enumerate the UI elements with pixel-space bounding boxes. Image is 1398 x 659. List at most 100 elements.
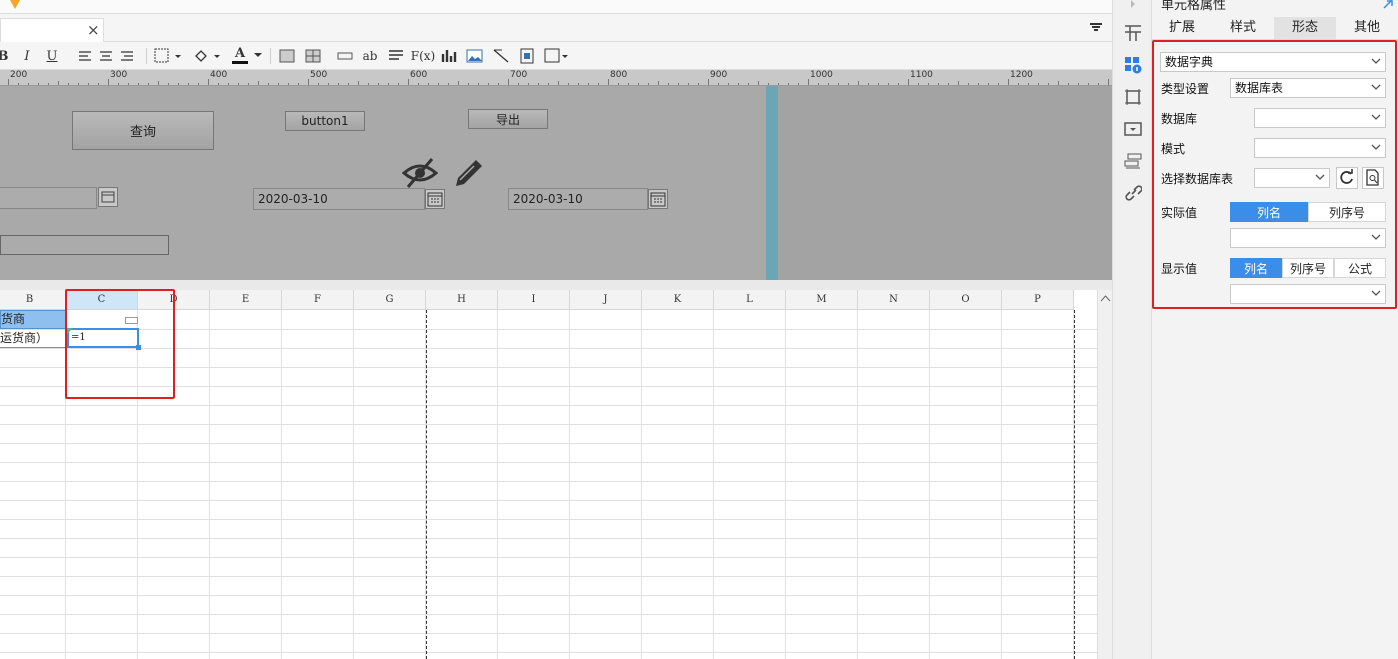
column-header[interactable]: L bbox=[714, 290, 786, 310]
tab-style[interactable]: 样式 bbox=[1212, 17, 1274, 39]
tab-expand[interactable]: 扩展 bbox=[1152, 17, 1212, 39]
tab-form[interactable]: 形态 bbox=[1274, 17, 1336, 39]
ruler-tick bbox=[1098, 83, 1099, 85]
fill-color-icon[interactable] bbox=[193, 48, 223, 64]
row-line bbox=[0, 405, 1097, 406]
ruler-tick bbox=[1038, 83, 1039, 85]
text-cell-button[interactable]: ab bbox=[361, 46, 379, 66]
column-header[interactable]: J bbox=[570, 290, 642, 310]
ruler-label: 700 bbox=[510, 70, 528, 80]
close-tab-icon[interactable]: × bbox=[87, 21, 100, 39]
column-header[interactable]: K bbox=[642, 290, 714, 310]
export-button[interactable]: 导出 bbox=[468, 109, 548, 129]
condition-attribute-icon[interactable] bbox=[1124, 152, 1142, 170]
ruler-tick bbox=[168, 83, 169, 85]
start-date-input[interactable]: 2020-03-10 bbox=[253, 188, 425, 210]
scroll-up-icon[interactable] bbox=[1100, 294, 1111, 302]
button1-widget[interactable]: button1 bbox=[285, 111, 365, 131]
image-icon[interactable] bbox=[466, 48, 484, 64]
app-logo-icon bbox=[10, 0, 20, 9]
border-icon[interactable] bbox=[154, 48, 182, 64]
column-header[interactable]: G bbox=[354, 290, 426, 310]
ruler-tick bbox=[1028, 83, 1029, 85]
cell-b3[interactable]: 运货商） bbox=[0, 329, 66, 348]
calendar-icon[interactable] bbox=[648, 189, 668, 209]
ruler-tick bbox=[808, 79, 809, 85]
ruler-tick bbox=[908, 79, 909, 85]
ruler-tick bbox=[428, 83, 429, 85]
ruler-tick bbox=[318, 83, 319, 85]
ruler-tick bbox=[408, 79, 409, 85]
row-line bbox=[0, 500, 1097, 501]
vertical-scrollbar[interactable] bbox=[1097, 290, 1112, 659]
partial-form-widget[interactable] bbox=[0, 235, 169, 255]
partial-input-widget[interactable] bbox=[0, 187, 97, 209]
column-line bbox=[497, 310, 498, 659]
column-header[interactable]: H bbox=[426, 290, 498, 310]
edit-pencil-icon[interactable] bbox=[452, 156, 486, 190]
align-icons[interactable] bbox=[78, 50, 138, 64]
ruler-tick bbox=[108, 79, 109, 85]
subreport-icon[interactable] bbox=[519, 48, 535, 64]
ruler-tick bbox=[878, 83, 879, 85]
column-header[interactable]: N bbox=[858, 290, 930, 310]
ruler-tick bbox=[88, 83, 89, 85]
spreadsheet-grid[interactable]: BCDEFGHIJKLMNOP 货商 运货商） =1 bbox=[0, 289, 1097, 659]
rich-text-icon[interactable] bbox=[388, 50, 404, 62]
cell-attribute-icon[interactable] bbox=[1124, 56, 1142, 74]
cell-element-icon[interactable] bbox=[1124, 24, 1142, 42]
hyperlink-icon[interactable] bbox=[1124, 184, 1142, 202]
slash-line-icon[interactable] bbox=[492, 48, 510, 64]
document-tab[interactable]: × bbox=[0, 18, 104, 42]
ruler-label: 800 bbox=[610, 70, 628, 80]
ruler-tick bbox=[448, 83, 449, 85]
row-line bbox=[0, 633, 1097, 634]
column-header[interactable]: O bbox=[930, 290, 1002, 310]
ruler-tick bbox=[358, 81, 359, 85]
row-line bbox=[0, 576, 1097, 577]
chart-icon[interactable] bbox=[441, 48, 457, 64]
ruler-tick bbox=[488, 83, 489, 85]
ruler-label: 900 bbox=[710, 70, 728, 80]
query-button[interactable]: 查询 bbox=[72, 111, 214, 150]
ruler-tick bbox=[208, 79, 209, 85]
formula-button[interactable]: F(x) bbox=[411, 46, 435, 66]
calendar-icon[interactable] bbox=[425, 189, 445, 209]
column-header[interactable]: I bbox=[498, 290, 570, 310]
ruler-tick bbox=[898, 83, 899, 85]
frame-icon[interactable] bbox=[1124, 88, 1142, 106]
ruler-tick bbox=[658, 81, 659, 85]
cell-type-icon[interactable] bbox=[337, 52, 353, 60]
combo-picker-icon[interactable] bbox=[98, 187, 118, 207]
widget-settings-icon[interactable] bbox=[1124, 120, 1142, 138]
ruler-tick bbox=[8, 79, 9, 85]
ruler-tick bbox=[988, 83, 989, 85]
italic-button[interactable]: I bbox=[20, 46, 34, 66]
underline-button[interactable]: U bbox=[45, 46, 59, 66]
hidden-eye-icon[interactable] bbox=[402, 157, 438, 189]
bold-button[interactable]: B bbox=[0, 46, 9, 66]
column-header[interactable]: E bbox=[210, 290, 282, 310]
ruler-tick bbox=[438, 83, 439, 85]
end-date-input[interactable]: 2020-03-10 bbox=[508, 188, 648, 210]
column-header[interactable]: B bbox=[0, 290, 66, 310]
column-header[interactable]: F bbox=[282, 290, 354, 310]
ruler-tick bbox=[268, 83, 269, 85]
expand-icon[interactable] bbox=[1382, 0, 1394, 9]
column-header[interactable]: P bbox=[1002, 290, 1074, 310]
collapse-arrow-icon[interactable] bbox=[1124, 0, 1142, 8]
column-header[interactable]: M bbox=[786, 290, 858, 310]
ruler-tick bbox=[888, 83, 889, 85]
ruler-tick bbox=[218, 83, 219, 85]
cell-b2[interactable]: 货商 bbox=[0, 310, 66, 329]
chevron-down-icon[interactable] bbox=[253, 52, 263, 60]
panel-toggle-icon[interactable] bbox=[1089, 22, 1103, 34]
merge-cells-icon[interactable] bbox=[279, 49, 323, 63]
font-color-button[interactable]: A bbox=[232, 46, 248, 64]
page-break-line bbox=[1074, 310, 1075, 659]
row-line bbox=[0, 652, 1097, 653]
column-line bbox=[785, 310, 786, 659]
insert-float-icon[interactable] bbox=[544, 48, 570, 64]
form-width-handle[interactable] bbox=[766, 86, 778, 280]
tab-other[interactable]: 其他 bbox=[1336, 17, 1398, 39]
